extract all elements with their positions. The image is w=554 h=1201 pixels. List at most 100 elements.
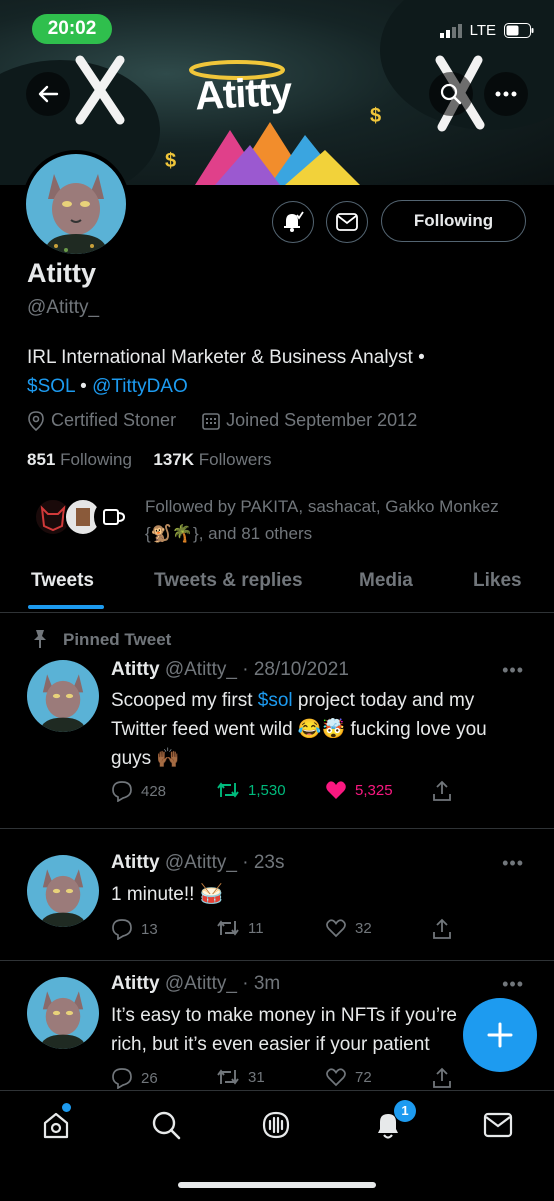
share-button[interactable] — [432, 780, 452, 802]
bio-cashtag-link[interactable]: $SOL — [27, 376, 75, 397]
tweet-meta: @Atitty_ · 3m — [164, 973, 281, 994]
signal-icon — [439, 23, 462, 38]
share-icon — [433, 918, 451, 939]
tab-tweets-replies[interactable]: Tweets & replies — [154, 570, 303, 592]
calendar-icon — [202, 412, 220, 430]
like-button[interactable]: 72 — [325, 1067, 372, 1087]
profile-avatar[interactable] — [22, 150, 130, 258]
status-indicators: LTE — [439, 22, 534, 39]
retweet-button[interactable]: 1,530 — [216, 780, 286, 800]
heart-filled-icon — [326, 781, 346, 799]
nav-home[interactable] — [38, 1107, 74, 1143]
tweet-avatar[interactable] — [27, 660, 99, 732]
compose-tweet-button[interactable] — [463, 998, 537, 1072]
share-icon — [433, 780, 451, 801]
bio-separator: • — [74, 376, 93, 397]
tweet-more-button[interactable]: ••• — [502, 853, 524, 874]
more-dots-icon — [495, 91, 517, 97]
banner-dollar-sign: $ — [165, 150, 177, 172]
tab-tweets[interactable]: Tweets — [31, 570, 94, 592]
tweet-divider — [0, 960, 554, 961]
tweet-author-name[interactable]: Atitty — [111, 659, 160, 680]
tab-likes[interactable]: Likes — [473, 570, 522, 592]
tweet-meta: @Atitty_ · 28/10/2021 — [164, 659, 349, 680]
like-button[interactable]: 5,325 — [325, 780, 393, 800]
search-button[interactable] — [429, 72, 473, 116]
cat-avatar-image — [39, 991, 87, 1049]
following-count-link[interactable]: 851 Following — [27, 450, 132, 469]
tweet-author-name[interactable]: Atitty — [111, 973, 160, 994]
tweet-header: Atitty @Atitty_ · 23s — [111, 852, 284, 874]
tweet-more-button[interactable]: ••• — [502, 974, 524, 995]
retweet-icon — [217, 1069, 239, 1085]
search-icon — [152, 1111, 181, 1140]
tweet-meta: @Atitty_ · 23s — [164, 852, 285, 873]
heart-outline-icon — [326, 919, 346, 938]
banner-dollar-sign: $ — [370, 105, 382, 127]
notification-badge: 1 — [394, 1100, 416, 1122]
tweet-text: 1 minute!! 🥁 — [111, 884, 224, 905]
tab-media[interactable]: Media — [359, 570, 413, 592]
envelope-icon — [336, 213, 358, 231]
banner-art-text: Atitty — [193, 69, 293, 119]
retweet-button[interactable]: 11 — [216, 918, 264, 938]
profile-meta: Certified Stoner Joined September 2012 — [27, 410, 417, 431]
reply-button[interactable]: 26 — [111, 1067, 158, 1089]
home-new-content-dot — [62, 1103, 71, 1112]
bell-check-icon — [284, 211, 304, 232]
location-pin-icon — [28, 410, 44, 431]
bio-mention-link[interactable]: @TittyDAO — [92, 376, 188, 397]
mug-avatar-image — [103, 509, 126, 525]
back-button[interactable] — [26, 72, 70, 116]
cat-avatar-image — [39, 674, 87, 732]
mutual-avatar — [94, 498, 132, 536]
reply-button[interactable]: 428 — [111, 780, 166, 802]
tweet-cashtag-link[interactable]: $sol — [258, 690, 293, 711]
tweet-header: Atitty @Atitty_ · 28/10/2021 — [111, 659, 349, 681]
spaces-icon — [262, 1111, 290, 1139]
profile-handle: @Atitty_ — [27, 297, 100, 318]
tweet-more-button[interactable]: ••• — [502, 660, 524, 681]
home-indicator[interactable] — [178, 1182, 376, 1188]
tweet-divider — [0, 828, 554, 829]
tweet-avatar[interactable] — [27, 977, 99, 1049]
tweet-actions: 26 31 72 — [111, 1067, 451, 1091]
message-button[interactable] — [326, 201, 368, 243]
tweet-header: Atitty @Atitty_ · 3m — [111, 973, 280, 995]
profile-location: Certified Stoner — [51, 410, 177, 430]
following-button[interactable]: Following — [381, 200, 526, 242]
bio-text: IRL International Marketer & Business An… — [27, 347, 425, 368]
network-label: LTE — [469, 22, 496, 39]
notifications-toggle-button[interactable] — [272, 201, 314, 243]
reply-icon — [112, 1068, 132, 1089]
reply-button[interactable]: 13 — [111, 918, 158, 940]
nav-spaces[interactable] — [258, 1107, 294, 1143]
nav-messages[interactable] — [480, 1107, 516, 1143]
profile-bio: IRL International Marketer & Business An… — [27, 343, 527, 401]
reply-icon — [112, 781, 132, 802]
plus-icon — [487, 1022, 513, 1048]
profile-name: Atitty — [27, 258, 96, 288]
tweet-text: Scooped my first $sol project today and … — [111, 690, 487, 769]
share-icon — [433, 1067, 451, 1088]
like-button[interactable]: 32 — [325, 918, 372, 938]
share-button[interactable] — [432, 918, 452, 940]
tweet-avatar[interactable] — [27, 855, 99, 927]
cat-avatar-image — [39, 869, 87, 927]
home-icon — [43, 1112, 69, 1139]
tweet-actions: 428 1,530 5,325 — [111, 780, 451, 804]
active-tab-indicator — [28, 605, 104, 609]
envelope-icon — [483, 1112, 513, 1138]
nav-search[interactable] — [148, 1107, 184, 1143]
retweet-button[interactable]: 31 — [216, 1067, 265, 1087]
retweet-icon — [217, 782, 239, 798]
more-options-button[interactable] — [484, 72, 528, 116]
heart-outline-icon — [326, 1068, 346, 1087]
followers-count-link[interactable]: 137K Followers — [153, 450, 271, 469]
battery-icon — [504, 23, 534, 38]
pin-icon — [34, 630, 46, 648]
followed-by-text[interactable]: Followed by PAKITA, sashacat, Gakko Monk… — [145, 493, 505, 547]
tweet-author-name[interactable]: Atitty — [111, 852, 160, 873]
share-button[interactable] — [432, 1067, 452, 1089]
cat-avatar-image — [44, 174, 108, 254]
